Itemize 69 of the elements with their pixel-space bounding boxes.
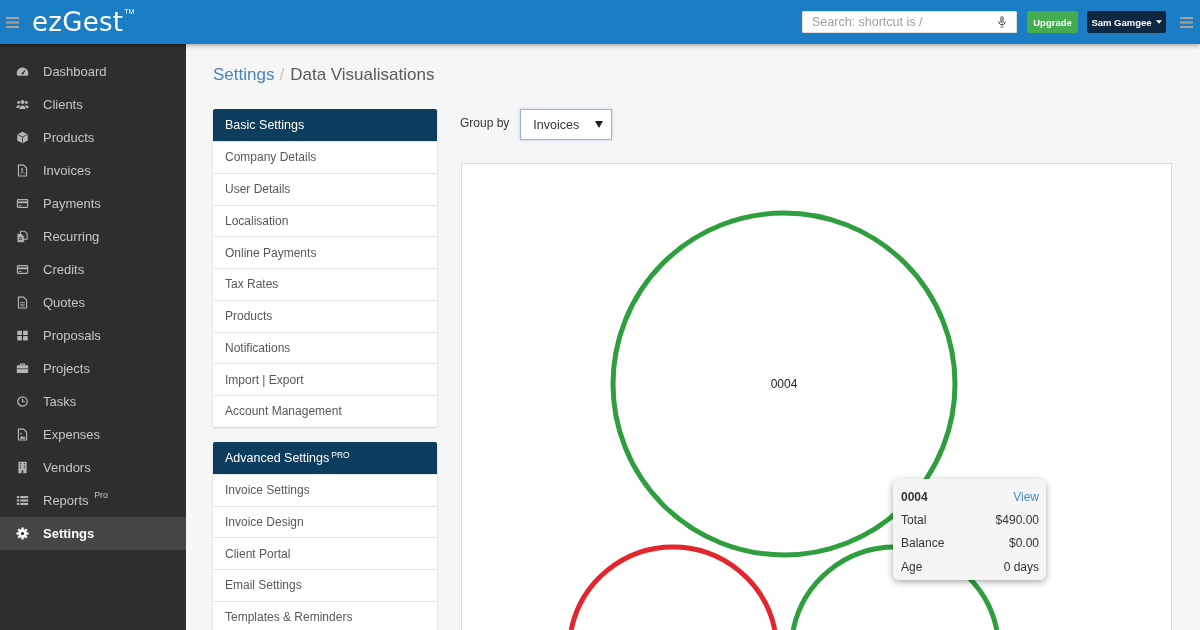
user-menu-button[interactable]: Sam Gamgee: [1087, 11, 1166, 33]
caret-icon: [1155, 20, 1162, 24]
document-icon: [16, 296, 29, 309]
briefcase-icon: [16, 362, 29, 375]
settings-menu-item[interactable]: Invoice Settings: [213, 473, 437, 506]
settings-menu-item[interactable]: Products: [213, 299, 437, 332]
settings-icon: [16, 527, 29, 540]
settings-menu-item[interactable]: Tax Rates: [213, 268, 437, 300]
settings-menu-item[interactable]: Account Management: [213, 395, 437, 427]
sidebar-item[interactable]: Dashboard: [0, 55, 186, 88]
sidebar-item[interactable]: Quotes: [0, 286, 186, 319]
search-field[interactable]: Search: shortcut is /: [802, 11, 1017, 33]
group-by-label: Group by: [460, 116, 510, 130]
settings-menu-item[interactable]: Templates & Reminders: [213, 600, 437, 630]
bubble-circle[interactable]: [610, 210, 958, 558]
menu-icon[interactable]: [1180, 16, 1193, 28]
tooltip-title: 0004: [901, 489, 928, 504]
sidebar-item[interactable]: Recurring: [0, 220, 186, 253]
list-icon: [16, 494, 29, 507]
credit-card-icon: [16, 197, 29, 210]
caret-icon: [595, 121, 604, 128]
tooltip-label: Total: [901, 512, 927, 527]
view-link[interactable]: View: [1013, 489, 1039, 504]
sidebar-item[interactable]: Invoices: [0, 154, 186, 187]
logo: ezGest: [32, 10, 124, 34]
sidebar-item[interactable]: Products: [0, 121, 186, 154]
speedometer-icon: [16, 65, 29, 78]
sidebar-item[interactable]: Payments: [0, 187, 186, 220]
tooltip-label: Age: [901, 559, 923, 574]
sidebar-item[interactable]: Expenses: [0, 418, 186, 451]
tooltip-value: $490.00: [995, 512, 1039, 527]
sidebar-item[interactable]: Reports $^{Pro}$: [0, 484, 186, 517]
credit-card-icon: [16, 263, 29, 276]
sidebar-item[interactable]: Tasks: [0, 385, 186, 418]
sidebar-item[interactable]: Credits: [0, 253, 186, 286]
copy-icon: [16, 230, 29, 243]
tooltip-label: Balance: [901, 536, 945, 551]
building-icon: [16, 461, 29, 474]
tooltip-value: $0.00: [1008, 536, 1039, 551]
breadcrumb-separator: /: [279, 64, 285, 86]
microphone-icon[interactable]: [998, 16, 1006, 28]
users-icon: [16, 98, 29, 111]
menu-icon[interactable]: [6, 16, 19, 28]
clock-icon: [16, 395, 29, 408]
sidebar-item[interactable]: Proposals: [0, 319, 186, 352]
breadcrumb-link[interactable]: Settings: [213, 64, 275, 86]
settings-menu-item[interactable]: Notifications: [213, 331, 437, 364]
settings-menu-item[interactable]: Company Details: [213, 141, 437, 173]
settings-menu-item[interactable]: Import | Export: [213, 363, 437, 395]
panel-header: Advanced Settings $^{PRO}$: [213, 441, 437, 474]
panel-header: Basic Settings: [213, 109, 437, 141]
page-title: Data Visualisations: [290, 64, 435, 86]
sidebar-item[interactable]: Settings: [0, 517, 186, 550]
cube-icon: [16, 131, 29, 144]
image-file-icon: [16, 428, 29, 441]
grid-icon: [16, 329, 29, 342]
sidebar-item[interactable]: Clients: [0, 88, 186, 121]
tooltip-value: 0 days: [1003, 559, 1039, 574]
bubble-label: 0004: [770, 377, 798, 391]
settings-menu-item[interactable]: Email Settings: [213, 569, 437, 601]
settings-menu-item[interactable]: Online Payments: [213, 236, 437, 268]
settings-menu-item[interactable]: User Details: [213, 172, 437, 205]
sidebar-item[interactable]: Projects: [0, 352, 186, 385]
file-icon: [16, 164, 29, 177]
sidebar-item[interactable]: Vendors: [0, 451, 186, 484]
settings-menu-item[interactable]: Client Portal: [213, 537, 437, 569]
group-by-select[interactable]: Invoices: [520, 109, 613, 140]
settings-menu-item[interactable]: Invoice Design: [213, 505, 437, 538]
settings-menu-item[interactable]: Localisation: [213, 204, 437, 237]
